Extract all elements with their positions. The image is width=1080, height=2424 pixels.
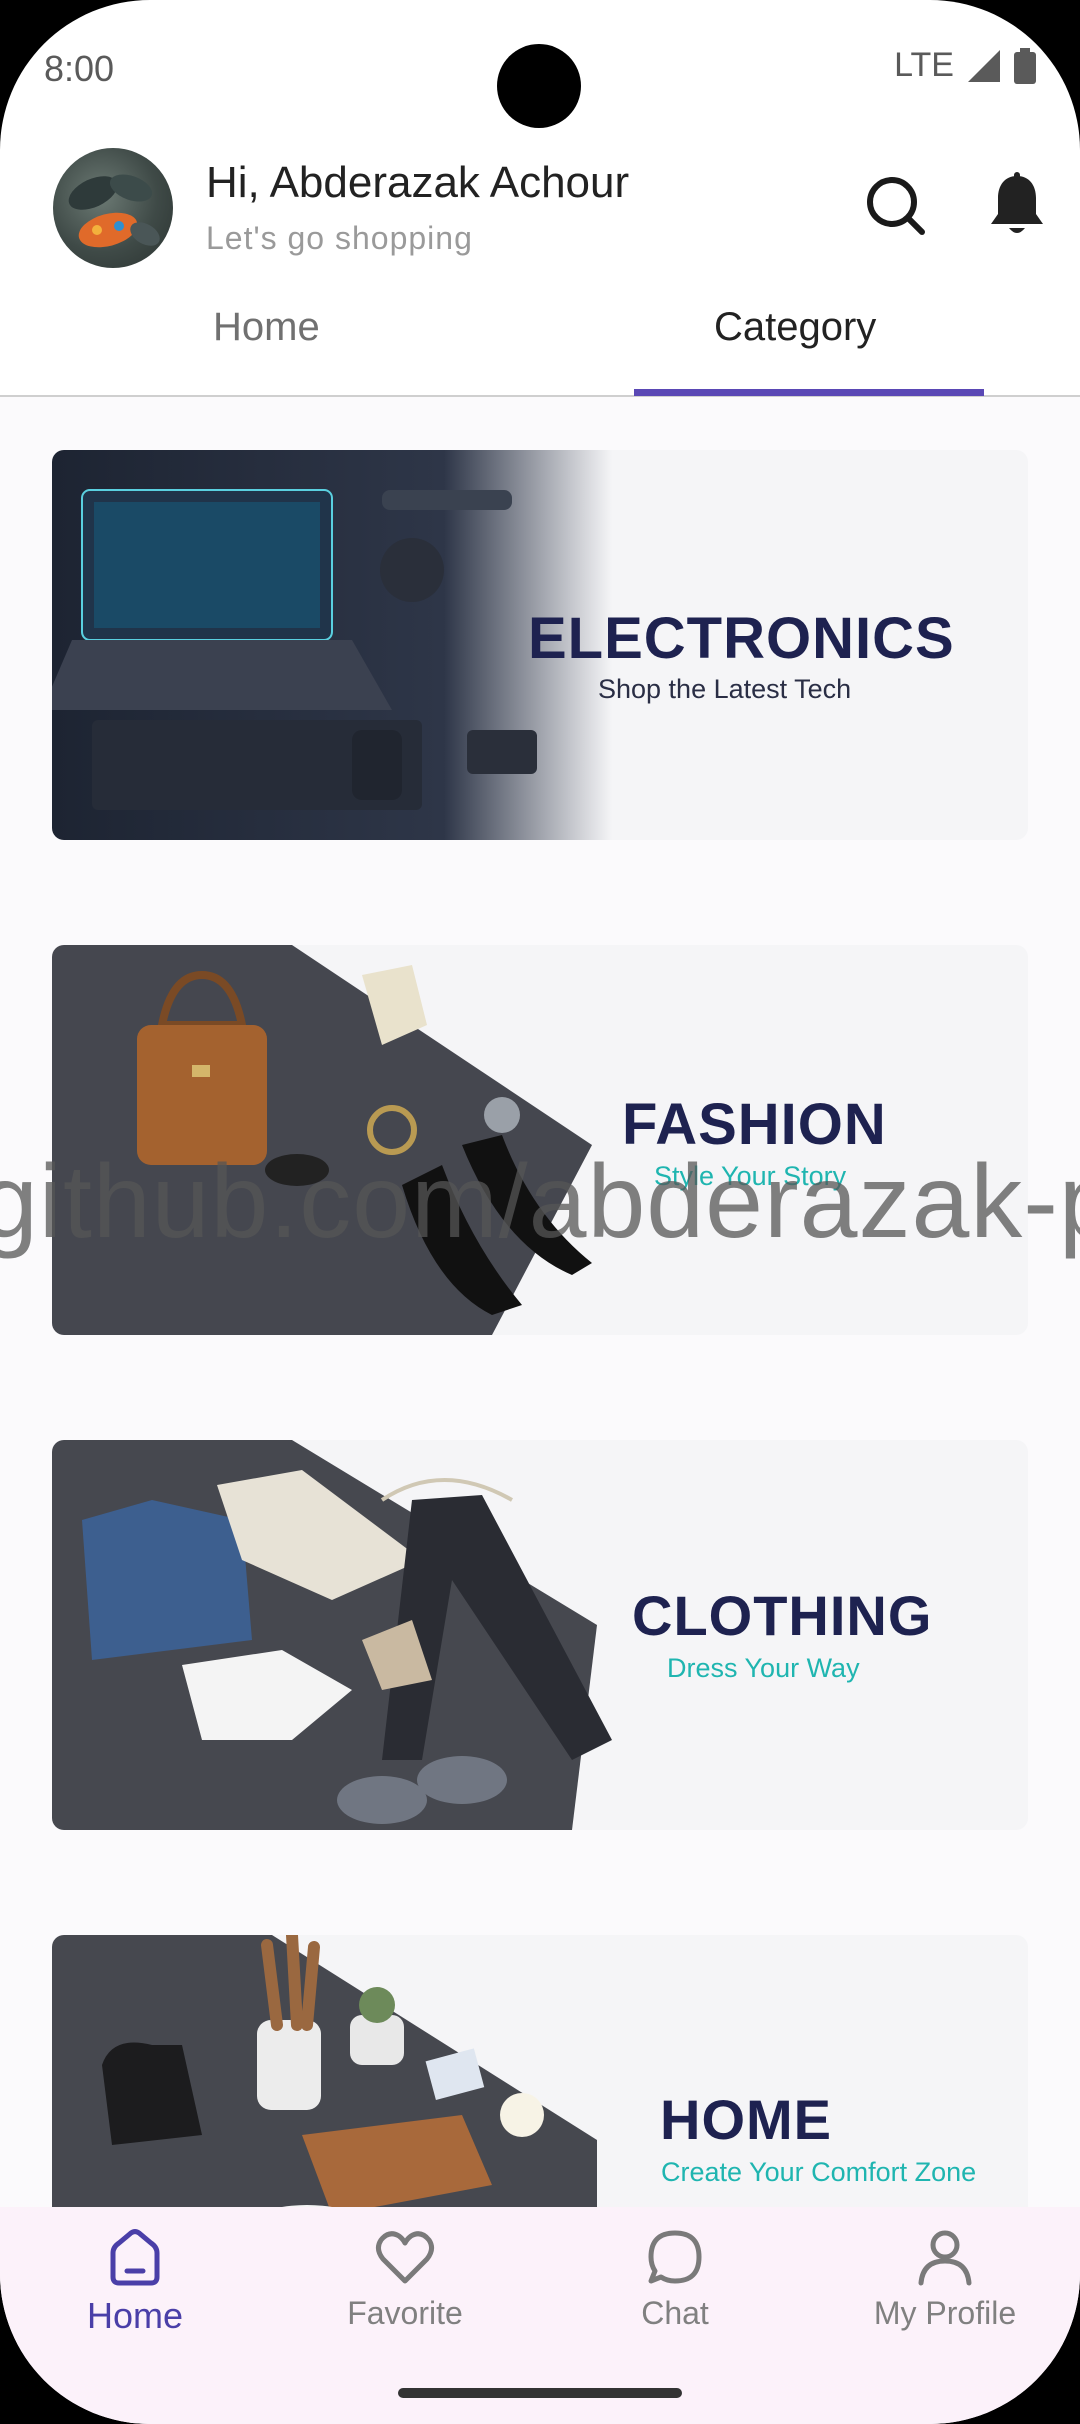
- status-time: 8:00: [44, 48, 115, 89]
- notifications-button[interactable]: [983, 172, 1051, 240]
- avatar-image: [68, 174, 160, 248]
- nav-favorite-label: Favorite: [347, 2295, 463, 2331]
- bell-icon: [991, 172, 1043, 233]
- clothing-image: [52, 1440, 612, 1830]
- nav-profile-label: My Profile: [873, 2295, 1017, 2331]
- search-icon: [867, 177, 925, 235]
- greeting-subtitle: Let's go shopping: [206, 220, 473, 256]
- nav-favorite[interactable]: Favorite: [305, 2227, 505, 2332]
- category-tagline: Shop the Latest Tech: [598, 674, 852, 704]
- battery-icon: [1014, 47, 1036, 84]
- avatar[interactable]: [53, 148, 173, 268]
- signal-icon: [968, 49, 1000, 82]
- app-screen: 8:00 LTE Hi, Abderazak Achour Let's go s…: [0, 0, 1080, 2424]
- chat-icon: [648, 2230, 702, 2284]
- category-card-home[interactable]: HOME Create Your Comfort Zone: [52, 1935, 1028, 2207]
- gesture-bar[interactable]: [398, 2388, 682, 2398]
- nav-chat-label: Chat: [641, 2295, 709, 2331]
- nav-chat[interactable]: Chat: [575, 2227, 775, 2332]
- home-goods-image: [52, 1935, 597, 2207]
- category-card-fashion[interactable]: FASHION Style Your Story: [52, 945, 1028, 1335]
- fashion-image: [52, 945, 592, 1335]
- greeting-text: Hi, Abderazak Achour: [206, 158, 630, 207]
- profile-icon: [918, 2230, 972, 2286]
- category-title: CLOTHING: [632, 1584, 933, 1647]
- camera-cutout: [497, 44, 581, 128]
- tab-indicator: [634, 389, 984, 396]
- tab-category[interactable]: Category: [714, 305, 876, 350]
- watermark-text: github.com/abderazak-py: [0, 1144, 1080, 1260]
- tab-home[interactable]: Home: [213, 305, 320, 350]
- status-icons: LTE: [894, 46, 1036, 85]
- network-type: LTE: [894, 46, 954, 84]
- nav-profile[interactable]: My Profile: [845, 2227, 1045, 2332]
- category-card-electronics[interactable]: ELECTRONICS Shop the Latest Tech: [52, 450, 1028, 840]
- heart-icon: [375, 2231, 435, 2284]
- category-tagline: Dress Your Way: [667, 1653, 860, 1683]
- category-title: ELECTRONICS: [528, 606, 955, 671]
- category-card-clothing[interactable]: CLOTHING Dress Your Way: [52, 1440, 1028, 1830]
- search-button[interactable]: [862, 172, 930, 240]
- home-icon: [110, 2229, 160, 2286]
- nav-home-label: Home: [86, 2295, 184, 2336]
- nav-home[interactable]: Home: [35, 2227, 235, 2337]
- category-tagline: Create Your Comfort Zone: [661, 2157, 977, 2187]
- category-list[interactable]: ELECTRONICS Shop the Latest Tech FASHION…: [0, 397, 1080, 2207]
- category-title: HOME: [660, 2088, 832, 2151]
